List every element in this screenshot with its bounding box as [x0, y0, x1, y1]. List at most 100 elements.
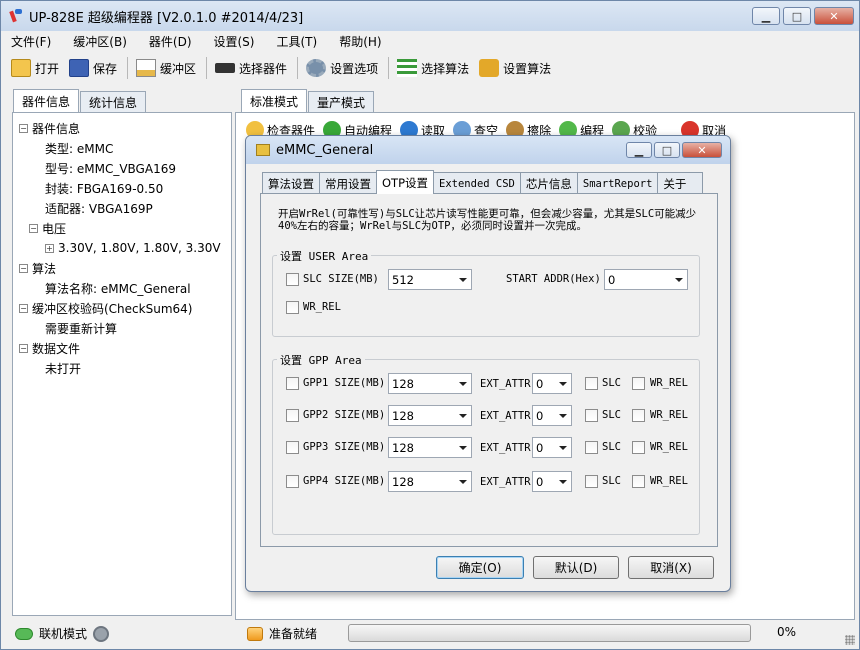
main-toolbar: 打开 保存 缓冲区 选择器件 设置选项 选择算法 设置算法 [1, 53, 859, 83]
set-algo-button[interactable]: 设置算法 [479, 59, 551, 77]
menu-tools[interactable]: 工具(T) [276, 33, 317, 50]
start-addr-label: START ADDR(Hex) [506, 273, 601, 285]
settings-button[interactable]: 设置选项 [306, 59, 378, 77]
expand-icon[interactable]: + [45, 243, 54, 253]
gpp1-slc-label: SLC [602, 377, 621, 389]
tree-node-data-file[interactable]: − 数据文件 [19, 338, 229, 358]
menu-device[interactable]: 器件(D) [149, 33, 192, 50]
gpp1-size-label: GPP1 SIZE(MB) [303, 377, 386, 389]
start-addr-select[interactable]: 0 [604, 269, 688, 290]
toolbar-divider [297, 57, 299, 79]
resize-grip-icon[interactable] [845, 635, 855, 645]
chevron-down-icon [459, 382, 467, 386]
tab-chip-info[interactable]: 芯片信息 [519, 172, 578, 194]
tab-device-info[interactable]: 器件信息 [13, 89, 80, 113]
gpp3-slc-checkbox[interactable] [585, 441, 598, 454]
chevron-down-icon [559, 480, 567, 484]
gpp2-wr-rel-checkbox[interactable] [632, 409, 645, 422]
open-button[interactable]: 打开 [11, 59, 59, 77]
ok-button[interactable]: 确定(O) [436, 556, 524, 579]
slc-size-checkbox[interactable] [286, 273, 299, 286]
gpp3-checkbox[interactable] [286, 441, 299, 454]
gpp2-checkbox[interactable] [286, 409, 299, 422]
default-button[interactable]: 默认(D) [533, 556, 619, 579]
gpp1-checkbox[interactable] [286, 377, 299, 390]
toolbar-divider [206, 57, 208, 79]
dialog-maximize-button[interactable]: □ [654, 142, 680, 158]
tab-algo-settings[interactable]: 算法设置 [262, 172, 320, 194]
gpp1-size-select[interactable]: 128 [388, 373, 472, 394]
progress-percent: 0% [777, 625, 797, 639]
gpp4-size-label: GPP4 SIZE(MB) [303, 475, 386, 487]
menu-bar: 文件(F) 缓冲区(B) 器件(D) 设置(S) 工具(T) 帮助(H) [1, 31, 859, 51]
tree-item-package: 封装: FBGA169-0.50 [45, 181, 164, 196]
user-wr-rel-checkbox[interactable] [286, 301, 299, 314]
left-tab-strip: 器件信息 统计信息 [13, 89, 147, 113]
gpp3-slc-label: SLC [602, 441, 621, 453]
slc-size-label: SLC SIZE(MB) [303, 273, 379, 285]
gpp4-slc-checkbox[interactable] [585, 475, 598, 488]
gpp4-ext-attr-select[interactable]: 0 [532, 471, 572, 492]
tree-node-checksum[interactable]: − 缓冲区校验码(CheckSum64) [19, 298, 229, 318]
gpp3-ext-attr-label: EXT_ATTR [480, 442, 531, 454]
gpp3-size-select[interactable]: 128 [388, 437, 472, 458]
tree-item-type: 类型: eMMC [45, 141, 114, 156]
buffer-button[interactable]: 缓冲区 [136, 59, 196, 77]
tree-node-algo[interactable]: − 算法 [19, 258, 229, 278]
menu-help[interactable]: 帮助(H) [339, 33, 381, 50]
dialog-minimize-button[interactable]: ▁ [626, 142, 652, 158]
tab-standard-mode[interactable]: 标准模式 [241, 89, 308, 113]
tab-about[interactable]: 关于 [657, 172, 704, 194]
user-area-label: 设置 USER Area [277, 248, 372, 264]
tree-item-data-file-value: 未打开 [45, 361, 82, 376]
gpp1-slc-checkbox[interactable] [585, 377, 598, 390]
user-area-group: 设置 USER Area [272, 248, 700, 337]
tab-common-settings[interactable]: 常用设置 [319, 172, 377, 194]
collapse-icon[interactable]: − [29, 223, 38, 233]
gpp2-slc-checkbox[interactable] [585, 409, 598, 422]
save-button[interactable]: 保存 [69, 59, 117, 77]
gpp2-ext-attr-select[interactable]: 0 [532, 405, 572, 426]
gpp4-wr-rel-checkbox[interactable] [632, 475, 645, 488]
dialog-tab-strip: 算法设置 常用设置 OTP设置 Extended CSD 芯片信息 SmartR… [262, 170, 704, 194]
tab-mass-production[interactable]: 量产模式 [308, 91, 375, 113]
tab-otp-settings[interactable]: OTP设置 [376, 170, 435, 194]
collapse-icon[interactable]: − [19, 303, 28, 313]
gpp3-wr-rel-checkbox[interactable] [632, 441, 645, 454]
chevron-down-icon [559, 414, 567, 418]
gpp1-wr-rel-checkbox[interactable] [632, 377, 645, 390]
dialog-close-button[interactable]: ✕ [682, 142, 722, 158]
gpp4-slc-label: SLC [602, 475, 621, 487]
close-button[interactable]: ✕ [814, 7, 854, 25]
dialog-cancel-button[interactable]: 取消(X) [628, 556, 714, 579]
collapse-icon[interactable]: − [19, 343, 28, 353]
gpp1-wr-rel-label: WR_REL [650, 377, 688, 389]
chevron-down-icon [559, 382, 567, 386]
menu-file[interactable]: 文件(F) [11, 33, 51, 50]
tree-node-voltage[interactable]: − 电压 [19, 218, 229, 238]
tree-node-device-info[interactable]: − 器件信息 [19, 118, 229, 138]
menu-settings[interactable]: 设置(S) [214, 33, 255, 50]
tab-smart-report[interactable]: SmartReport [576, 172, 659, 194]
gpp3-ext-attr-select[interactable]: 0 [532, 437, 572, 458]
emmc-general-dialog: eMMC_General ▁ □ ✕ 算法设置 常用设置 OTP设置 Exten… [245, 135, 731, 592]
tab-statistics[interactable]: 统计信息 [80, 91, 147, 113]
maximize-button[interactable]: □ [783, 7, 811, 25]
gpp2-ext-attr-label: EXT_ATTR [480, 410, 531, 422]
select-algo-button[interactable]: 选择算法 [397, 59, 469, 77]
gpp4-size-select[interactable]: 128 [388, 471, 472, 492]
collapse-icon[interactable]: − [19, 123, 28, 133]
ready-icon [247, 626, 263, 641]
tree-item-voltage-values[interactable]: +3.30V, 1.80V, 1.80V, 3.30V [19, 238, 229, 258]
gpp4-checkbox[interactable] [286, 475, 299, 488]
minimize-button[interactable]: ▁ [752, 7, 780, 25]
select-device-button[interactable]: 选择器件 [215, 60, 287, 77]
gpp1-ext-attr-select[interactable]: 0 [532, 373, 572, 394]
gpp4-ext-attr-label: EXT_ATTR [480, 476, 531, 488]
slc-size-select[interactable]: 512 [388, 269, 472, 290]
tab-extended-csd[interactable]: Extended CSD [433, 172, 521, 194]
collapse-icon[interactable]: − [19, 263, 28, 273]
gpp2-size-select[interactable]: 128 [388, 405, 472, 426]
menu-buffer[interactable]: 缓冲区(B) [73, 33, 127, 50]
progress-bar [348, 624, 751, 642]
